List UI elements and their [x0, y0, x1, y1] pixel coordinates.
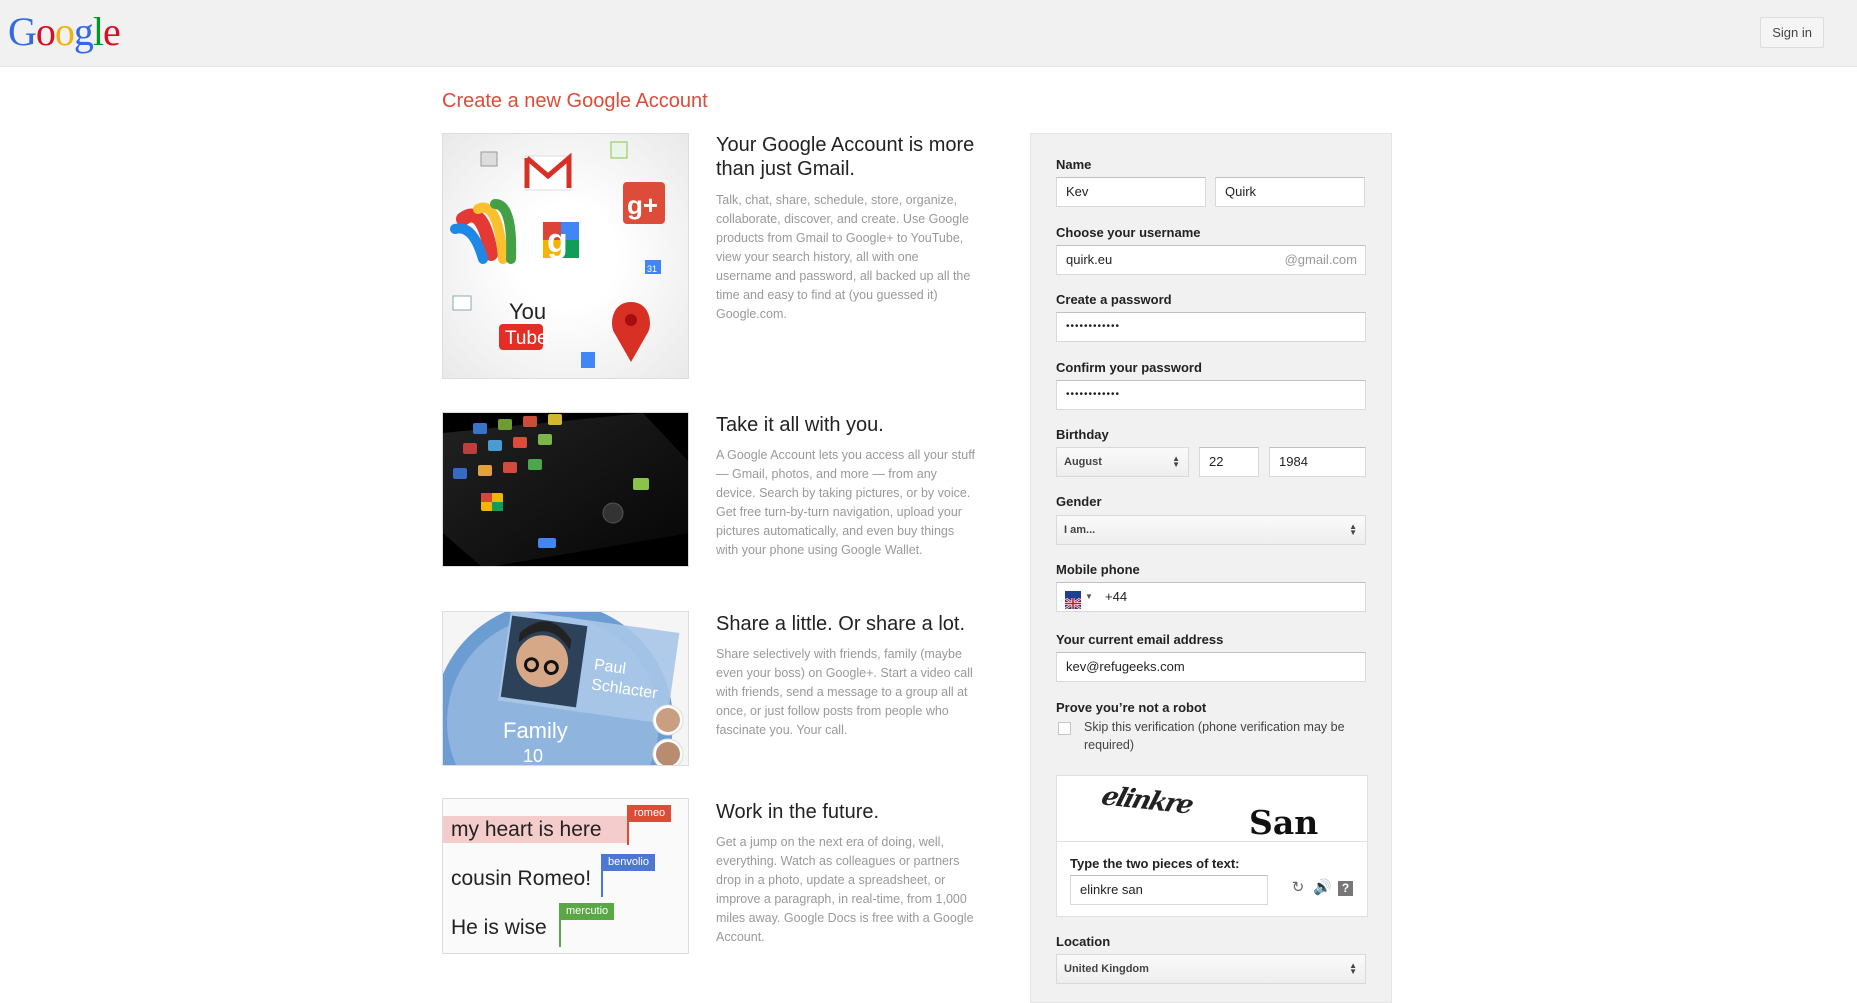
- robot-label: Prove you’re not a robot: [1056, 700, 1207, 715]
- doc-line: my heart is here: [451, 818, 602, 841]
- apps-drawer-button: [602, 502, 624, 524]
- captcha-word-2: San: [1249, 803, 1319, 842]
- phone-svg: [443, 413, 688, 566]
- select-arrows-icon: ▲ ▼: [1172, 454, 1180, 469]
- chevron-down-icon[interactable]: ▼: [1085, 583, 1093, 611]
- maps-pin-icon: [612, 302, 650, 362]
- android-icon: [633, 478, 649, 490]
- gender-select[interactable]: I am... ▲ ▼: [1056, 515, 1366, 545]
- password-input[interactable]: ••••••••••••: [1056, 312, 1366, 342]
- gender-value: I am...: [1064, 524, 1096, 536]
- doc-line: cousin Romeo!: [451, 867, 592, 890]
- phone-dock-icon: [538, 538, 556, 548]
- username-label: Choose your username: [1056, 225, 1201, 240]
- calendar-day-text: 31: [647, 264, 657, 274]
- user-tag-benvolio: benvolio: [602, 854, 655, 871]
- username-value: quirk.eu: [1066, 252, 1113, 267]
- docs-icon: [581, 352, 595, 368]
- current-email-input[interactable]: kev@refugeeks.com: [1056, 652, 1366, 682]
- gmail-suffix: @gmail.com: [1284, 252, 1357, 267]
- last-name-input[interactable]: Quirk: [1215, 177, 1365, 207]
- svg-text:g+: g+: [627, 190, 658, 220]
- feature-body-2: A Google Account lets you access all you…: [716, 448, 975, 557]
- email-label: Your current email address: [1056, 632, 1224, 647]
- calendar-icon: 31: [645, 260, 661, 274]
- feature-body-3: Share selectively with friends, family (…: [716, 647, 973, 737]
- uk-flag-icon[interactable]: [1064, 591, 1082, 610]
- select-arrows-icon: ▲ ▼: [1349, 961, 1357, 976]
- birth-year-input[interactable]: 1984: [1269, 447, 1366, 477]
- wallet-icon: [450, 199, 517, 264]
- audio-icon[interactable]: 🔊: [1313, 879, 1332, 897]
- gmail-icon: [524, 152, 572, 191]
- feature-heading-2: Take it all with you.: [716, 414, 884, 436]
- captcha-box: elinkre San Type the two pieces of text:…: [1056, 775, 1368, 917]
- google-cube-icon: g: [543, 222, 579, 260]
- mobile-phone-input[interactable]: ▼ +44: [1056, 582, 1366, 612]
- captcha-image: elinkre San: [1057, 776, 1367, 842]
- location-select[interactable]: United Kingdom ▲ ▼: [1056, 954, 1366, 984]
- logo-letter: e: [103, 9, 121, 54]
- name-label: Name: [1056, 157, 1092, 172]
- feature-heading-1: Your Google Account is more than just Gm…: [716, 134, 975, 180]
- doc-line: He is wise: [451, 916, 547, 939]
- top-bar: Google Sign in: [0, 0, 1857, 67]
- location-value: United Kingdom: [1064, 963, 1149, 975]
- logo-letter: G: [8, 9, 37, 54]
- skip-verification-label: Skip this verification (phone verificati…: [1084, 720, 1345, 752]
- mobile-prefix: +44: [1105, 589, 1128, 604]
- small-doc-icon: [452, 295, 472, 311]
- feature-heading-3: Share a little. Or share a lot.: [716, 613, 966, 635]
- logo-letter: g: [73, 9, 94, 54]
- product-icons-svg: g g+ 31 You Tube: [450, 141, 665, 368]
- svg-text:g: g: [547, 222, 568, 260]
- captcha-word-1: elinkre: [1098, 781, 1196, 821]
- logo-letter: o: [35, 9, 56, 54]
- password-label: Create a password: [1056, 292, 1172, 307]
- circle-label-text: Family: [503, 718, 568, 743]
- logo-letter: l: [92, 9, 104, 54]
- sign-in-button[interactable]: Sign in: [1760, 17, 1824, 48]
- youtube-top-text: You: [509, 299, 546, 324]
- captcha-input[interactable]: elinkre san: [1070, 875, 1268, 905]
- youtube-icon: You Tube: [499, 299, 548, 350]
- mobile-label: Mobile phone: [1056, 562, 1140, 577]
- circle-count-text: 10: [523, 746, 543, 766]
- user-tag-romeo: romeo: [628, 805, 672, 822]
- page-title: Create a new Google Account: [442, 90, 708, 112]
- username-input[interactable]: quirk.eu @gmail.com: [1056, 245, 1366, 275]
- google-logo[interactable]: Google: [8, 8, 121, 55]
- confirm-password-label: Confirm your password: [1056, 360, 1202, 375]
- gender-label: Gender: [1056, 494, 1102, 509]
- products-collage-image: g g+ 31 You Tube: [442, 133, 689, 379]
- feature-heading-4: Work in the future.: [716, 801, 880, 823]
- logo-letter: o: [54, 9, 75, 54]
- user-tag-mercutio: mercutio: [560, 903, 615, 920]
- captcha-prompt: Type the two pieces of text:: [1070, 856, 1240, 871]
- birth-month-select[interactable]: August ▲ ▼: [1056, 447, 1189, 477]
- youtube-bottom-text: Tube: [505, 328, 548, 349]
- circles-image: Paul Schlacter Family 10: [442, 611, 689, 766]
- skip-verification-checkbox[interactable]: [1058, 722, 1071, 735]
- refresh-icon[interactable]: ↻: [1289, 879, 1307, 897]
- feature-body-4: Get a jump on the next era of doing, wel…: [716, 835, 974, 944]
- birth-month-value: August: [1064, 456, 1102, 468]
- phone-image: [442, 412, 689, 567]
- circles-svg: Paul Schlacter Family 10: [443, 612, 684, 766]
- birth-day-input[interactable]: 22: [1199, 447, 1259, 477]
- first-name-input[interactable]: Kev: [1056, 177, 1206, 207]
- google-plus-icon: g+: [623, 182, 665, 224]
- android-market-icon: [610, 141, 628, 159]
- select-arrows-icon: ▲ ▼: [1349, 522, 1357, 537]
- birthday-label: Birthday: [1056, 427, 1109, 442]
- help-icon[interactable]: ?: [1338, 881, 1353, 896]
- collaborative-doc-image: my heart is here cousin Romeo! He is wis…: [442, 798, 689, 954]
- location-label: Location: [1056, 934, 1111, 949]
- confirm-password-input[interactable]: ••••••••••••: [1056, 380, 1366, 410]
- small-app-icon: [480, 151, 498, 167]
- feature-body-1: Talk, chat, share, schedule, store, orga…: [716, 193, 971, 321]
